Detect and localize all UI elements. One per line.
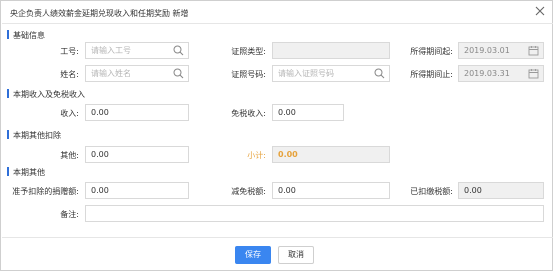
remark-input[interactable] — [85, 205, 544, 222]
tax-reduction-label: 减免税额: — [231, 187, 266, 196]
income-label: 收入: — [60, 109, 79, 118]
period-end-label: 所得期间止: — [410, 70, 453, 79]
withheld-value: 0.00 — [464, 186, 482, 195]
job-no-placeholder: 请输入工号 — [91, 46, 131, 55]
withheld-value-box: 0.00 — [458, 182, 544, 199]
section-basic-info: 基础信息 — [7, 30, 45, 41]
taxfree-value: 0.00 — [278, 108, 296, 117]
calendar-icon[interactable] — [528, 68, 539, 79]
remark-label: 备注: — [60, 210, 79, 219]
name-placeholder: 请输入姓名 — [91, 69, 131, 78]
donation-input[interactable]: 0.00 — [85, 182, 189, 199]
section-deduction: 本期其他扣除 — [7, 130, 61, 141]
close-icon[interactable] — [535, 6, 545, 16]
dialog: 央企负责人绩效薪金延期兑现收入和任期奖励 新增 基础信息 工号: 请输入工号 证… — [0, 0, 553, 271]
calendar-icon[interactable] — [528, 45, 539, 56]
section-title: 本期其他 — [13, 168, 45, 177]
save-button[interactable]: 保存 — [235, 246, 271, 264]
search-icon[interactable] — [173, 45, 184, 56]
name-label: 姓名: — [60, 70, 79, 79]
subtotal-value: 0.00 — [278, 150, 298, 159]
id-type-select[interactable] — [272, 42, 390, 59]
section-title: 本期收入及免税收入 — [13, 90, 85, 99]
search-icon[interactable] — [374, 68, 385, 79]
id-no-label: 证照号码: — [231, 70, 266, 79]
id-no-placeholder: 请输入证照号码 — [278, 69, 334, 78]
section-marker — [7, 130, 9, 139]
dialog-footer: 保存 取消 — [2, 237, 553, 271]
donation-value: 0.00 — [91, 186, 109, 195]
income-input[interactable]: 0.00 — [85, 104, 189, 121]
section-marker — [7, 89, 9, 98]
donation-label: 准予扣除的捐赠额: — [12, 187, 79, 196]
section-title: 本期其他扣除 — [13, 131, 61, 140]
cancel-button[interactable]: 取消 — [278, 246, 314, 264]
subtotal-label: 小计: — [247, 151, 266, 160]
section-title: 基础信息 — [13, 31, 45, 40]
tax-reduction-value: 0.00 — [278, 186, 296, 195]
period-end-input[interactable]: 2019.03.31 — [458, 65, 544, 82]
job-no-label: 工号: — [60, 47, 79, 56]
tax-reduction-input[interactable]: 0.00 — [272, 182, 390, 199]
other-deduction-input[interactable]: 0.00 — [85, 146, 189, 163]
dialog-title: 央企负责人绩效薪金延期兑现收入和任期奖励 新增 — [10, 9, 189, 18]
withheld-label: 已扣缴税额: — [410, 187, 453, 196]
taxfree-label: 免税收入: — [231, 109, 266, 118]
other-deduction-label: 其他: — [60, 151, 79, 160]
section-marker — [7, 30, 9, 39]
period-start-label: 所得期间起: — [410, 47, 453, 56]
id-type-label: 证照类型: — [231, 47, 266, 56]
subtotal-value-box: 0.00 — [272, 146, 390, 163]
search-icon[interactable] — [173, 68, 184, 79]
name-input[interactable]: 请输入姓名 — [85, 65, 189, 82]
other-deduction-value: 0.00 — [91, 150, 109, 159]
dialog-titlebar: 央企负责人绩效薪金延期兑现收入和任期奖励 新增 — [2, 2, 553, 24]
section-income: 本期收入及免税收入 — [7, 89, 85, 100]
section-marker — [7, 167, 9, 176]
period-end-value: 2019.03.31 — [464, 69, 510, 78]
period-start-value: 2019.03.01 — [464, 46, 510, 55]
period-start-input[interactable]: 2019.03.01 — [458, 42, 544, 59]
taxfree-input[interactable]: 0.00 — [272, 104, 344, 121]
id-no-input[interactable]: 请输入证照号码 — [272, 65, 390, 82]
job-no-input[interactable]: 请输入工号 — [85, 42, 189, 59]
income-value: 0.00 — [91, 108, 109, 117]
section-other: 本期其他 — [7, 167, 45, 178]
